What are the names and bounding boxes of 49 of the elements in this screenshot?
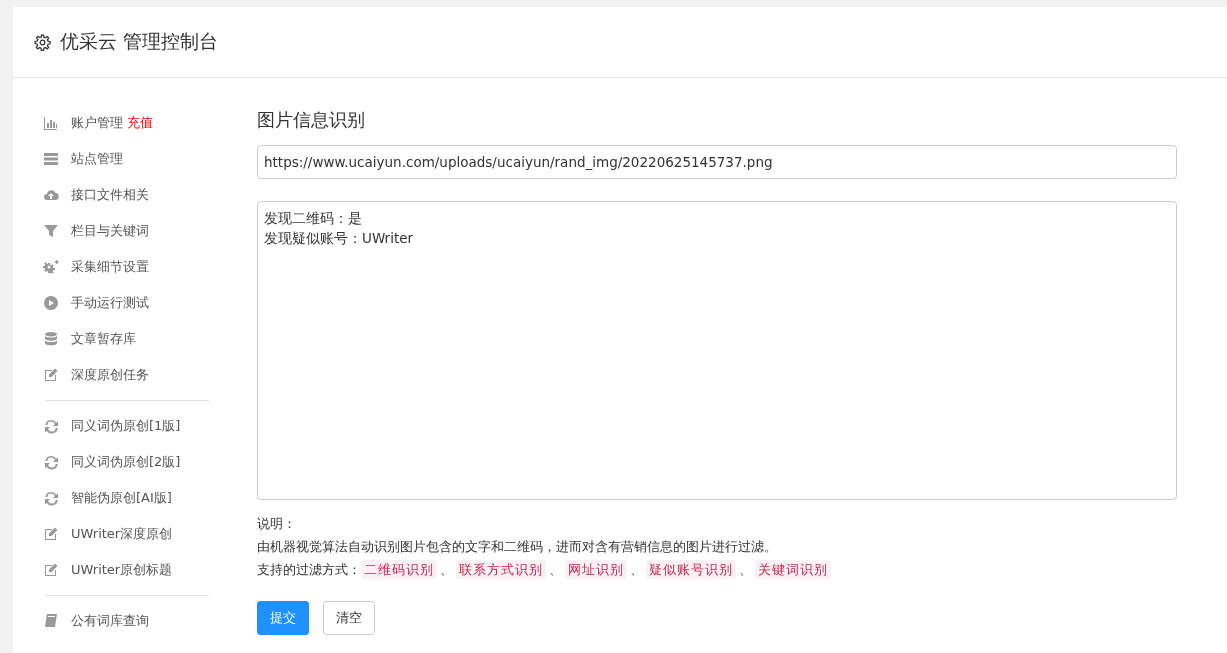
separator-text: 、 bbox=[739, 561, 752, 579]
description-text: 由机器视觉算法自动识别图片包含的文字和二维码，进而对含有营销信息的图片进行过滤。 bbox=[257, 538, 778, 556]
settings-icon bbox=[34, 33, 51, 51]
notes-heading: 说明： bbox=[257, 515, 297, 533]
result-line: 发现疑似账号：UWriter bbox=[264, 229, 415, 248]
method-tag: 二维码识别 bbox=[361, 560, 437, 579]
sidebar-item[interactable]: UWriter原创标题 bbox=[71, 561, 173, 579]
server-icon bbox=[43, 151, 59, 167]
method-tag: 关键词识别 bbox=[755, 560, 831, 579]
book-icon bbox=[43, 613, 59, 629]
filter-icon bbox=[43, 223, 59, 239]
separator-text: 、 bbox=[440, 561, 453, 579]
separator-text: 、 bbox=[630, 561, 643, 579]
chart-icon bbox=[43, 115, 59, 131]
refresh-icon bbox=[43, 418, 59, 434]
sidebar-item[interactable]: 同义词伪原创[1版] bbox=[71, 417, 181, 435]
method-tag: 联系方式识别 bbox=[456, 560, 546, 579]
sidebar-item[interactable]: 站点管理 bbox=[71, 150, 123, 168]
edit-icon bbox=[43, 526, 59, 542]
sidebar-item[interactable]: UWriter深度原创 bbox=[71, 525, 173, 543]
method-tag: 网址识别 bbox=[565, 560, 627, 579]
methods-label: 支持的过滤方式： bbox=[257, 561, 361, 579]
cloud-icon bbox=[43, 187, 59, 203]
result-box[interactable]: 发现二维码：是 发现疑似账号：UWriter bbox=[257, 201, 1177, 500]
database-icon bbox=[43, 331, 59, 347]
gears-icon bbox=[43, 259, 59, 275]
sidebar-item[interactable]: 公有词库查询 bbox=[71, 612, 149, 630]
console-title: 优采云 管理控制台 bbox=[60, 29, 219, 54]
sidebar-item[interactable]: 手动运行测试 bbox=[71, 294, 149, 312]
edit-icon bbox=[43, 562, 59, 578]
sidebar-item[interactable]: 采集细节设置 bbox=[71, 258, 149, 276]
separator-text: 、 bbox=[549, 561, 562, 579]
sidebar-item[interactable]: 深度原创任务 bbox=[71, 366, 149, 384]
section-title: 图片信息识别 bbox=[257, 108, 366, 132]
method-tag: 疑似账号识别 bbox=[646, 560, 736, 579]
play-icon bbox=[43, 295, 59, 311]
clear-button[interactable]: 清空 bbox=[323, 601, 375, 635]
sidebar-item[interactable]: 栏目与关键词 bbox=[71, 222, 149, 240]
refresh-icon bbox=[43, 454, 59, 470]
result-line: 发现二维码：是 bbox=[264, 209, 363, 228]
recharge-link[interactable]: 充值 bbox=[127, 114, 153, 132]
sidebar-item[interactable]: 智能伪原创[AI版] bbox=[71, 489, 172, 507]
sidebar-item[interactable]: 接口文件相关 bbox=[71, 186, 149, 204]
sidebar-item[interactable]: 文章暂存库 bbox=[71, 330, 136, 348]
sidebar-item[interactable]: 同义词伪原创[2版] bbox=[71, 453, 181, 471]
edit-icon bbox=[43, 367, 59, 383]
refresh-icon bbox=[43, 490, 59, 506]
url-field[interactable]: https://www.ucaiyun.com/uploads/ucaiyun/rand_img/20220625145737.png bbox=[257, 145, 1177, 179]
sidebar-item[interactable]: 账户管理 bbox=[71, 114, 123, 132]
